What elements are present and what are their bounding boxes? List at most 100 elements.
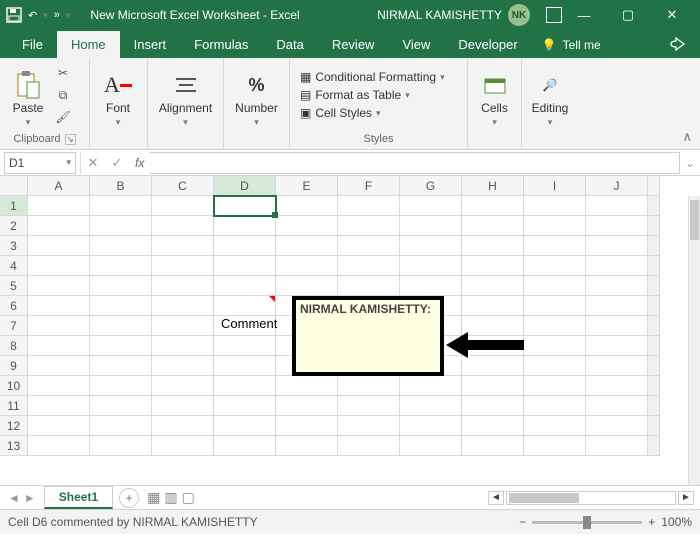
cell[interactable] bbox=[586, 216, 648, 236]
cell[interactable] bbox=[152, 336, 214, 356]
cell[interactable] bbox=[400, 416, 462, 436]
ribbon-display-options-icon[interactable] bbox=[546, 7, 562, 23]
cell[interactable] bbox=[152, 316, 214, 336]
cells-dropdown-icon[interactable]: ▾ bbox=[492, 117, 497, 128]
row-header[interactable]: 12 bbox=[0, 416, 28, 436]
scroll-right-icon[interactable]: ► bbox=[678, 491, 694, 505]
enter-formula-icon[interactable]: ✓ bbox=[105, 152, 129, 174]
undo-dropdown-icon[interactable]: ▾ bbox=[43, 10, 48, 21]
cell[interactable] bbox=[90, 336, 152, 356]
collapse-ribbon-icon[interactable]: ∧ bbox=[682, 129, 692, 145]
cell[interactable] bbox=[90, 316, 152, 336]
tab-formulas[interactable]: Formulas bbox=[180, 31, 262, 58]
row-header[interactable]: 9 bbox=[0, 356, 28, 376]
cell[interactable] bbox=[338, 196, 400, 216]
cell[interactable] bbox=[90, 196, 152, 216]
row-header[interactable]: 7 bbox=[0, 316, 28, 336]
select-all-corner[interactable] bbox=[0, 176, 28, 196]
save-icon[interactable] bbox=[6, 7, 22, 23]
avatar[interactable]: NK bbox=[508, 4, 530, 26]
cell[interactable] bbox=[28, 396, 90, 416]
page-break-view-icon[interactable]: ▢ bbox=[182, 489, 195, 506]
cell[interactable] bbox=[586, 336, 648, 356]
cell[interactable] bbox=[338, 216, 400, 236]
row-header[interactable]: 5 bbox=[0, 276, 28, 296]
font-dropdown-icon[interactable]: ▾ bbox=[116, 117, 121, 128]
formula-input[interactable] bbox=[150, 152, 680, 174]
column-header[interactable]: J bbox=[586, 176, 648, 196]
cell[interactable] bbox=[28, 236, 90, 256]
cell[interactable] bbox=[90, 436, 152, 456]
scroll-left-icon[interactable]: ◄ bbox=[488, 491, 504, 505]
cell[interactable] bbox=[524, 236, 586, 256]
sheet-nav-next-icon[interactable]: ► bbox=[24, 491, 36, 505]
row-header[interactable]: 6 bbox=[0, 296, 28, 316]
cell[interactable] bbox=[524, 276, 586, 296]
cell[interactable] bbox=[28, 196, 90, 216]
cell[interactable] bbox=[338, 256, 400, 276]
cell[interactable] bbox=[462, 236, 524, 256]
cell[interactable] bbox=[586, 356, 648, 376]
cell[interactable] bbox=[586, 416, 648, 436]
column-header[interactable]: F bbox=[338, 176, 400, 196]
cell[interactable] bbox=[276, 396, 338, 416]
cell[interactable] bbox=[462, 256, 524, 276]
column-header[interactable]: C bbox=[152, 176, 214, 196]
cell[interactable] bbox=[214, 336, 276, 356]
alignment-button[interactable]: Alignment ▾ bbox=[154, 62, 217, 128]
cell[interactable] bbox=[28, 256, 90, 276]
row-header[interactable]: 4 bbox=[0, 256, 28, 276]
cell[interactable] bbox=[28, 436, 90, 456]
tab-home[interactable]: Home bbox=[57, 31, 120, 58]
cell[interactable] bbox=[586, 276, 648, 296]
cell[interactable] bbox=[276, 436, 338, 456]
cell[interactable] bbox=[214, 296, 276, 316]
expand-formula-bar-icon[interactable]: ⌄ bbox=[680, 156, 700, 170]
cell[interactable] bbox=[214, 436, 276, 456]
cell[interactable] bbox=[214, 396, 276, 416]
cell[interactable] bbox=[276, 236, 338, 256]
cell[interactable] bbox=[524, 316, 586, 336]
cell[interactable] bbox=[214, 356, 276, 376]
cell[interactable] bbox=[462, 416, 524, 436]
cell[interactable] bbox=[90, 296, 152, 316]
tell-me[interactable]: 💡 Tell me bbox=[532, 32, 611, 58]
format-as-table-button[interactable]: ▤Format as Table▾ bbox=[296, 87, 449, 103]
cell[interactable] bbox=[462, 216, 524, 236]
conditional-formatting-button[interactable]: ▦Conditional Formatting▾ bbox=[296, 69, 449, 85]
cell[interactable] bbox=[462, 436, 524, 456]
cell[interactable] bbox=[90, 356, 152, 376]
cell[interactable] bbox=[214, 376, 276, 396]
cell[interactable] bbox=[214, 196, 276, 216]
cell[interactable] bbox=[338, 396, 400, 416]
cell[interactable] bbox=[400, 196, 462, 216]
cell[interactable] bbox=[28, 376, 90, 396]
cell[interactable] bbox=[276, 256, 338, 276]
row-header[interactable]: 1 bbox=[0, 196, 28, 216]
column-header[interactable]: D bbox=[214, 176, 276, 196]
sheet-tab[interactable]: Sheet1 bbox=[44, 486, 113, 509]
sheet-nav-prev-icon[interactable]: ◄ bbox=[8, 491, 20, 505]
cell[interactable] bbox=[90, 396, 152, 416]
cell[interactable] bbox=[28, 356, 90, 376]
cell[interactable] bbox=[152, 196, 214, 216]
column-header[interactable]: A bbox=[28, 176, 90, 196]
cancel-formula-icon[interactable]: ✕ bbox=[81, 152, 105, 174]
cell[interactable] bbox=[276, 276, 338, 296]
cell-styles-button[interactable]: ▣Cell Styles▾ bbox=[296, 105, 449, 121]
cell[interactable] bbox=[462, 356, 524, 376]
copy-icon[interactable]: ⧉ bbox=[54, 86, 72, 104]
cell[interactable] bbox=[586, 396, 648, 416]
cell[interactable] bbox=[462, 296, 524, 316]
row-header[interactable]: 10 bbox=[0, 376, 28, 396]
tab-view[interactable]: View bbox=[388, 31, 444, 58]
cell[interactable] bbox=[152, 296, 214, 316]
close-button[interactable]: ✕ bbox=[650, 0, 694, 30]
cell[interactable] bbox=[214, 276, 276, 296]
alignment-dropdown-icon[interactable]: ▾ bbox=[183, 117, 188, 128]
cell[interactable] bbox=[28, 336, 90, 356]
cell[interactable] bbox=[338, 276, 400, 296]
cell[interactable] bbox=[214, 216, 276, 236]
cell[interactable] bbox=[462, 396, 524, 416]
cell[interactable] bbox=[276, 416, 338, 436]
